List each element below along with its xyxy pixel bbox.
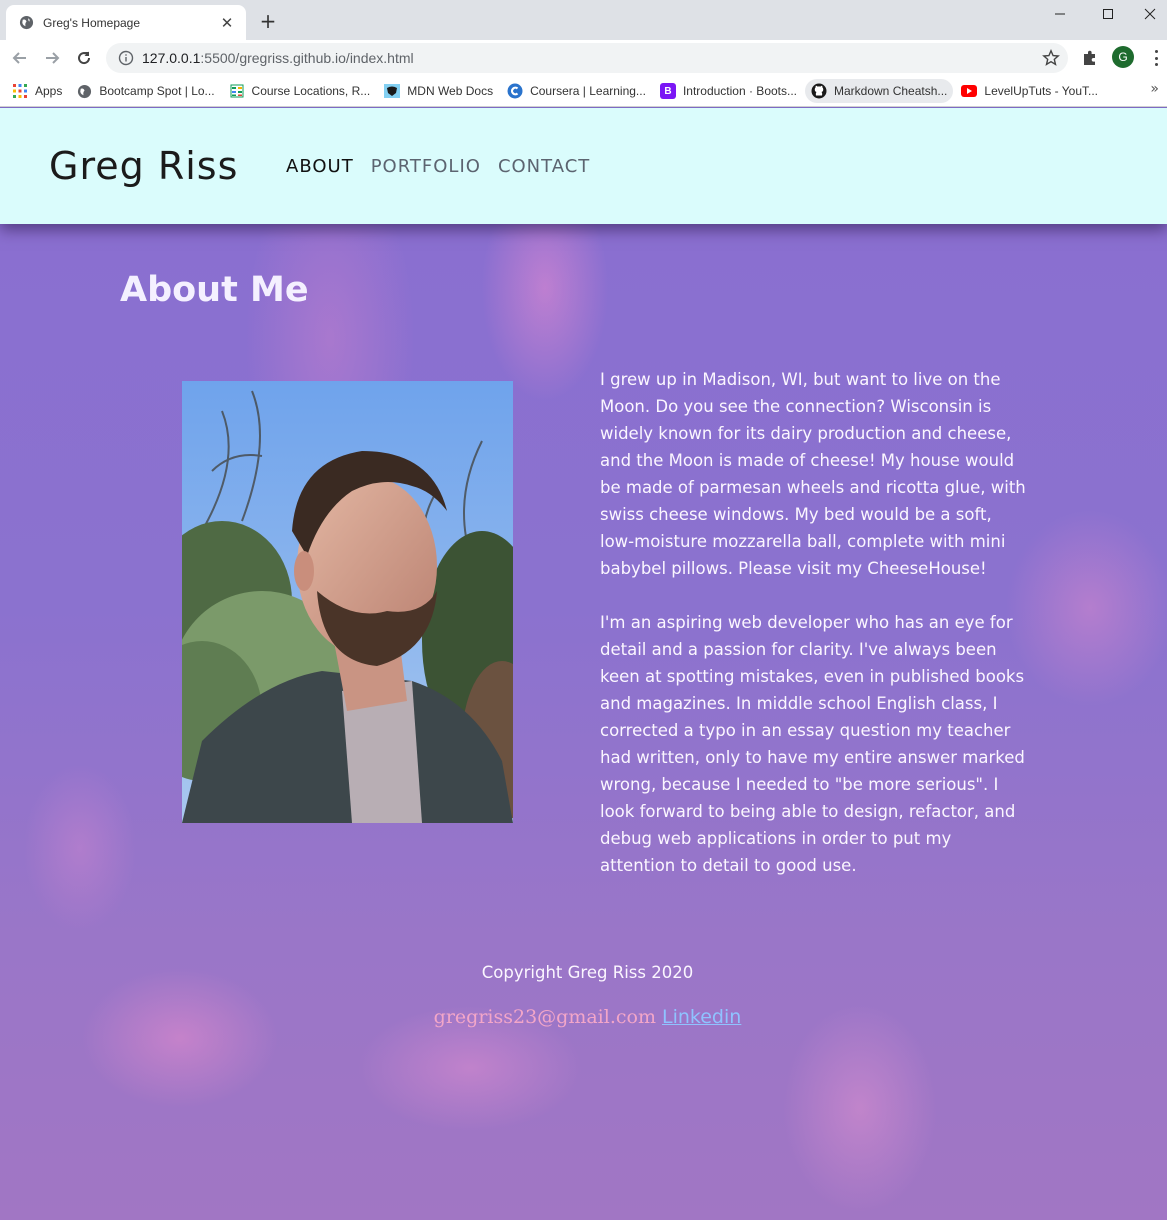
profile-photo (182, 381, 513, 823)
bookmark-course-locations[interactable]: Course Locations, R... (223, 79, 377, 103)
footer-copyright: Copyright Greg Riss 2020 (481, 963, 694, 982)
bookmark-apps[interactable]: Apps (6, 79, 68, 103)
nav-contact[interactable]: CONTACT (498, 156, 590, 177)
browser-toolbar: 127.0.0.1:5500/gregriss.github.io/index.… (0, 40, 1167, 76)
mdn-icon (384, 83, 401, 99)
bookmark-label: LevelUpTuts - YouT... (984, 84, 1099, 98)
maximize-button[interactable] (1084, 0, 1132, 28)
extensions-puzzle-icon[interactable] (1081, 49, 1099, 67)
browser-menu-icon[interactable] (1148, 48, 1164, 68)
globe-icon (76, 83, 92, 99)
bookmarks-overflow-icon[interactable]: » (1150, 81, 1159, 97)
tab-close-icon[interactable]: ✕ (218, 14, 236, 32)
url-host: 127.0.0.1 (142, 50, 201, 66)
site-brand[interactable]: Greg Riss (49, 144, 238, 188)
tab-strip: Greg's Homepage ✕ + (0, 0, 1167, 40)
page-viewport: Greg Riss ABOUT PORTFOLIO CONTACT About … (0, 108, 1167, 1220)
bookmark-bootstrap[interactable]: B Introduction · Boots... (654, 79, 803, 103)
profile-avatar[interactable]: G (1112, 46, 1134, 68)
bookmark-coursera[interactable]: Coursera | Learning... (501, 79, 652, 103)
address-bar[interactable]: 127.0.0.1:5500/gregriss.github.io/index.… (106, 43, 1068, 73)
bookmark-star-icon[interactable] (1042, 49, 1060, 67)
about-heading: About Me (120, 270, 309, 310)
bio-paragraph-2: I'm an aspiring web developer who has an… (600, 613, 1025, 875)
bookmark-levelup-tuts[interactable]: LevelUpTuts - YouT... (955, 79, 1104, 103)
bookmark-label: Course Locations, R... (251, 84, 371, 98)
url-path: :5500/gregriss.github.io/index.html (200, 50, 414, 66)
close-window-button[interactable] (1126, 0, 1167, 28)
bookmark-mdn[interactable]: MDN Web Docs (378, 79, 499, 103)
reload-icon[interactable] (72, 46, 96, 70)
bootstrap-icon: B (659, 83, 676, 99)
linkedin-link[interactable]: Linkedin (662, 1006, 741, 1028)
site-header: Greg Riss ABOUT PORTFOLIO CONTACT (0, 108, 1167, 224)
minimize-button[interactable] (1036, 0, 1084, 28)
footer-email: gregriss23@gmail.com (433, 1006, 656, 1028)
globe-icon (18, 15, 34, 31)
bio-paragraph-1: I grew up in Madison, WI, but want to li… (600, 370, 1026, 578)
bookmarks-bar: Apps Bootcamp Spot | Lo... Course Locati… (0, 76, 1167, 107)
main-nav: ABOUT PORTFOLIO CONTACT (286, 156, 607, 177)
back-icon[interactable] (8, 46, 32, 70)
coursera-icon (507, 83, 523, 99)
new-tab-button[interactable]: + (256, 9, 280, 33)
url-text: 127.0.0.1:5500/gregriss.github.io/index.… (142, 50, 414, 66)
youtube-icon (961, 83, 978, 99)
site-info-icon[interactable] (118, 50, 134, 66)
github-icon (811, 83, 827, 99)
bookmark-label: Apps (35, 84, 63, 98)
apps-grid-icon (12, 83, 28, 99)
sheets-icon (229, 83, 245, 99)
forward-icon[interactable] (40, 46, 64, 70)
bookmark-label: MDN Web Docs (407, 84, 494, 98)
bookmark-label: Bootcamp Spot | Lo... (99, 84, 215, 98)
bookmark-bootcamp-spot[interactable]: Bootcamp Spot | Lo... (70, 79, 220, 103)
bio-text: I grew up in Madison, WI, but want to li… (600, 366, 1030, 906)
nav-about[interactable]: ABOUT (286, 156, 354, 177)
bookmark-label: Introduction · Boots... (682, 84, 797, 98)
tab-title: Greg's Homepage (43, 15, 141, 30)
bookmark-markdown-cheatsheet[interactable]: Markdown Cheatsh... (805, 79, 954, 103)
browser-tab[interactable]: Greg's Homepage ✕ (6, 5, 246, 40)
bookmark-label: Coursera | Learning... (530, 84, 646, 98)
nav-portfolio[interactable]: PORTFOLIO (371, 156, 481, 177)
bookmark-label: Markdown Cheatsh... (834, 84, 948, 98)
footer-contact: gregriss23@gmail.com Linkedin (0, 1006, 1167, 1028)
